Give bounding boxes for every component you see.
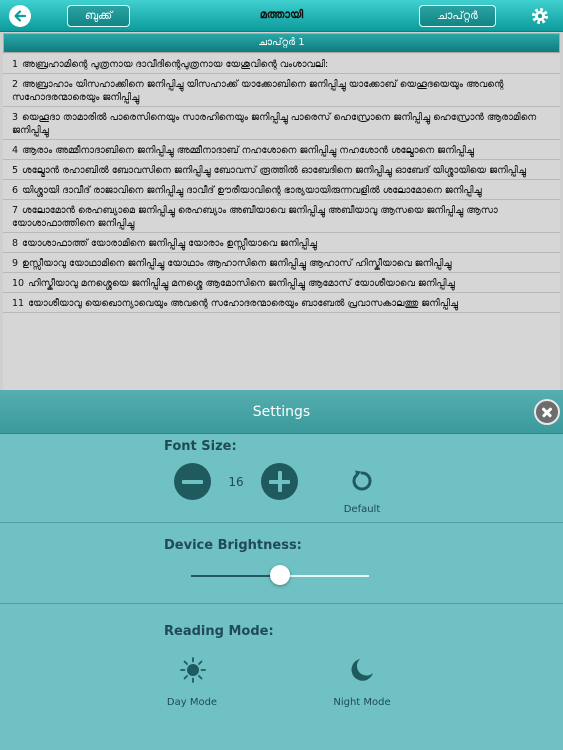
reset-icon[interactable] <box>348 467 376 495</box>
brightness-slider-thumb[interactable] <box>270 565 290 585</box>
chapter-button[interactable]: ചാപ്റ്റർ <box>419 5 496 27</box>
top-bar: ബുക്ക് മത്തായി ചാപ്റ്റർ <box>0 0 563 32</box>
settings-header: Settings <box>0 390 563 434</box>
verse-number: 10 <box>12 278 25 289</box>
sun-icon[interactable] <box>179 656 207 684</box>
back-button[interactable] <box>9 5 31 27</box>
verse-number: 5 <box>12 165 19 176</box>
reset-default-label: Default <box>343 504 381 515</box>
verse-row[interactable]: 10 ഹിസ്കീയാവു മനശ്ശെയെ ജനിപ്പിച്ചു മനശ്ശെ… <box>3 273 560 293</box>
divider <box>0 603 563 604</box>
verse-row[interactable]: 6 യിശ്ശായി ദാവീദ് രാജാവിനെ ജനിപ്പിച്ചു ദാ… <box>3 180 560 200</box>
verse-row[interactable]: 2 അബ്രാഹാം യിസഹാക്കിനെ ജനിപ്പിച്ചു യിസഹാക… <box>3 74 560 107</box>
plus-icon[interactable] <box>261 463 298 500</box>
verse-row[interactable]: 3 യെഹൂദാ താമാരിൽ പാരെസിനെയും സാരഹിനെയും ജ… <box>3 107 560 140</box>
brightness-slider-fill <box>191 575 280 577</box>
verse-number: 11 <box>12 298 25 309</box>
verse-row[interactable]: 5 ശല്മോൻ രഹാബിൽ ബോവസിനെ ജനിപ്പിച്ചു ബോവസ്… <box>3 160 560 180</box>
verse-number: 8 <box>12 238 19 249</box>
book-button[interactable]: ബുക്ക് <box>67 5 130 27</box>
verse-text: ആരാം അമ്മീനാദാബിനെ ജനിപ്പിച്ചു അമ്മീനാദാ… <box>22 145 474 156</box>
chapter-label-bar: ചാപ്റ്റർ 1 <box>3 33 560 53</box>
settings-panel: Settings Font Size: 16 Default Device Br… <box>0 390 563 750</box>
verse-row[interactable]: 1 അബ്രഹാമിന്റെ പുത്രനായ ദാവീദിന്റെപുത്രനാ… <box>3 54 560 74</box>
verse-row[interactable]: 8 യോശാഫാത്ത് യോരാമിനെ ജനിപ്പിച്ചു യോരാം ഉ… <box>3 233 560 253</box>
verse-text: ശല്മോൻ രഹാബിൽ ബോവസിനെ ജനിപ്പിച്ചു ബോവസ് … <box>22 165 526 176</box>
font-size-label: Font Size: <box>164 439 237 454</box>
verse-list[interactable]: 1 അബ്രഹാമിന്റെ പുത്രനായ ദാവീദിന്റെപുത്രനാ… <box>3 54 560 390</box>
day-mode-label[interactable]: Day Mode <box>152 697 232 708</box>
night-mode-label[interactable]: Night Mode <box>322 697 402 708</box>
moon-icon[interactable] <box>348 656 376 684</box>
font-size-value: 16 <box>228 475 244 489</box>
verse-number: 1 <box>12 59 19 70</box>
verse-text: ഉസ്സീയാവു യോഥാമിനെ ജനിപ്പിച്ചു യോഥാം ആഹാ… <box>22 258 452 269</box>
verse-row[interactable]: 7 ശലോമോൻ രെഹബ്യാമെ ജനിപ്പിച്ചു രെഹബ്യാം അ… <box>3 200 560 233</box>
verse-row[interactable]: 11 യോശീയാവു യെഖൊന്യാവെയും അവന്റെ സഹോദരന്മ… <box>3 293 560 313</box>
arrow-left-icon <box>14 10 27 22</box>
verse-number: 9 <box>12 258 19 269</box>
verse-number: 6 <box>12 185 19 196</box>
brightness-label: Device Brightness: <box>164 538 302 553</box>
reading-mode-label: Reading Mode: <box>164 624 274 639</box>
verse-text: ശലോമോൻ രെഹബ്യാമെ ജനിപ്പിച്ചു രെഹബ്യാം അബ… <box>12 205 498 229</box>
verse-number: 4 <box>12 145 19 156</box>
verse-text: അബ്രഹാമിന്റെ പുത്രനായ ദാവീദിന്റെപുത്രനായ… <box>22 59 329 70</box>
verse-row[interactable]: 9 ഉസ്സീയാവു യോഥാമിനെ ജനിപ്പിച്ചു യോഥാം ആഹ… <box>3 253 560 273</box>
verse-number: 2 <box>12 79 19 90</box>
verse-text: യോശീയാവു യെഖൊന്യാവെയും അവന്റെ സഹോദരന്മാര… <box>28 298 459 309</box>
divider <box>0 522 563 523</box>
verse-number: 7 <box>12 205 19 216</box>
close-icon[interactable] <box>534 399 560 425</box>
verse-text: ഹിസ്കീയാവു മനശ്ശെയെ ജനിപ്പിച്ചു മനശ്ശെ ആ… <box>28 278 455 289</box>
verse-text: അബ്രാഹാം യിസഹാക്കിനെ ജനിപ്പിച്ചു യിസഹാക്… <box>12 79 504 103</box>
gear-icon[interactable] <box>530 6 550 26</box>
verse-text: യിശ്ശായി ദാവീദ് രാജാവിനെ ജനിപ്പിച്ചു ദാവ… <box>22 185 482 196</box>
verse-text: യെഹൂദാ താമാരിൽ പാരെസിനെയും സാരഹിനെയും ജന… <box>12 112 537 136</box>
settings-title: Settings <box>252 404 311 420</box>
verse-row[interactable]: 4 ആരാം അമ്മീനാദാബിനെ ജനിപ്പിച്ചു അമ്മീനാദ… <box>3 140 560 160</box>
verse-number: 3 <box>12 112 19 123</box>
verse-text: യോശാഫാത്ത് യോരാമിനെ ജനിപ്പിച്ചു യോരാം ഉസ… <box>22 238 317 249</box>
page-title: മത്തായി <box>259 8 304 21</box>
minus-icon[interactable] <box>174 463 211 500</box>
